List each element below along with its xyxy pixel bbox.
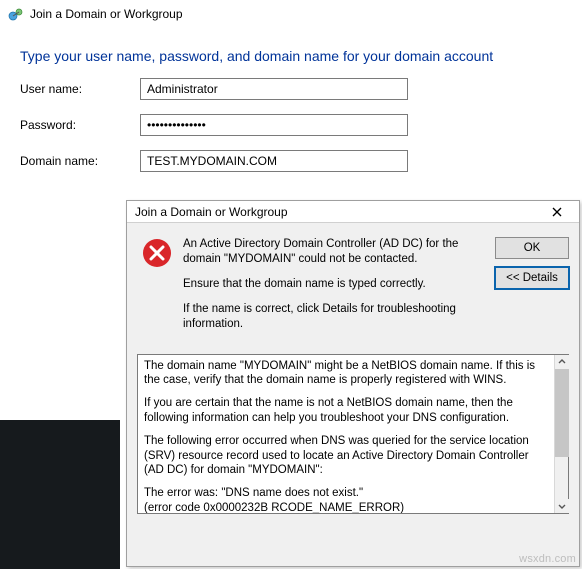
scroll-thumb[interactable]: [555, 369, 569, 457]
details-textarea[interactable]: The domain name "MYDOMAIN" might be a Ne…: [137, 354, 569, 514]
dialog-buttons: OK << Details: [495, 237, 569, 342]
details-p5: (error code 0x0000232B RCODE_NAME_ERROR): [144, 501, 548, 513]
dialog-message-line2: Ensure that the domain name is typed cor…: [183, 277, 491, 292]
dialog-message-line1: An Active Directory Domain Controller (A…: [183, 237, 491, 267]
details-p2: If you are certain that the name is not …: [144, 396, 548, 425]
details-p1: The domain name "MYDOMAIN" might be a Ne…: [144, 359, 548, 388]
user-name-label: User name:: [20, 82, 140, 96]
credentials-form: User name: Password: Domain name:: [0, 78, 582, 172]
network-icon: [8, 6, 24, 22]
ok-button[interactable]: OK: [495, 237, 569, 259]
scroll-down-button[interactable]: [555, 499, 569, 513]
background-band: [0, 420, 120, 569]
error-icon: [141, 237, 173, 269]
password-input[interactable]: [140, 114, 408, 136]
details-p4: The error was: "DNS name does not exist.…: [144, 486, 548, 500]
scroll-up-button[interactable]: [555, 355, 569, 369]
dialog-titlebar: Join a Domain or Workgroup: [127, 201, 579, 223]
dialog-title: Join a Domain or Workgroup: [135, 205, 288, 219]
password-label: Password:: [20, 118, 140, 132]
watermark: wsxdn.com: [519, 553, 576, 565]
close-icon: [552, 207, 562, 217]
details-button[interactable]: << Details: [495, 267, 569, 289]
dialog-message-line3: If the name is correct, click Details fo…: [183, 302, 491, 332]
domain-name-label: Domain name:: [20, 154, 140, 168]
close-button[interactable]: [539, 202, 575, 222]
password-row: Password:: [20, 114, 562, 136]
user-name-row: User name:: [20, 78, 562, 100]
domain-name-row: Domain name:: [20, 150, 562, 172]
chevron-up-icon: [558, 358, 566, 366]
domain-name-input[interactable]: [140, 150, 408, 172]
titlebar: Join a Domain or Workgroup: [0, 0, 582, 28]
error-dialog: Join a Domain or Workgroup An Active Dir…: [126, 200, 580, 567]
main-window: Join a Domain or Workgroup Type your use…: [0, 0, 582, 569]
dialog-message: An Active Directory Domain Controller (A…: [183, 237, 495, 342]
scrollbar[interactable]: [554, 355, 568, 513]
window-title: Join a Domain or Workgroup: [30, 7, 183, 21]
details-p3: The following error occurred when DNS wa…: [144, 434, 548, 477]
dialog-body: An Active Directory Domain Controller (A…: [127, 223, 579, 354]
details-content: The domain name "MYDOMAIN" might be a Ne…: [138, 355, 554, 513]
user-name-input[interactable]: [140, 78, 408, 100]
chevron-down-icon: [558, 502, 566, 510]
page-heading: Type your user name, password, and domai…: [0, 28, 582, 78]
